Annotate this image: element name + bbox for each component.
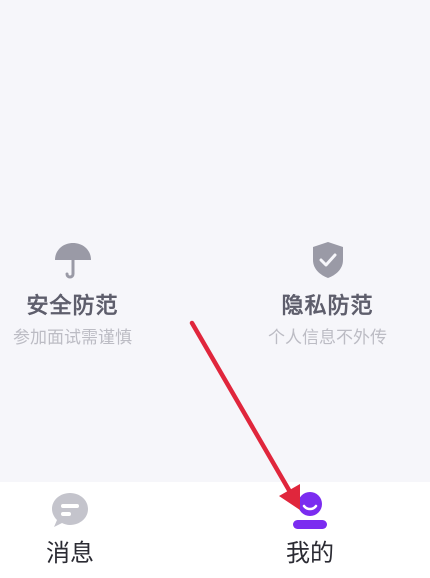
tab-label: 消息 — [46, 539, 94, 567]
tab-me[interactable]: 我的 — [240, 482, 380, 578]
tab-label: 我的 — [286, 539, 334, 567]
feature-title: 隐私防范 — [281, 294, 374, 319]
feature-title: 安全防范 — [26, 294, 119, 319]
feature-privacy: 隐私防范 个人信息不外传 — [250, 238, 405, 350]
feature-description: 个人信息不外传 — [268, 328, 387, 348]
tab-messages[interactable]: 消息 — [0, 482, 140, 578]
bottom-tab-bar: 消息 我的 — [0, 482, 430, 578]
main-content: 安全防范 参加面试需谨慎 隐私防范 个人信息不外传 — [0, 0, 430, 482]
shield-check-icon — [312, 242, 343, 278]
umbrella-icon — [54, 243, 91, 279]
feature-description: 参加面试需谨慎 — [13, 328, 132, 348]
profile-icon — [293, 492, 327, 529]
message-bubble-icon — [52, 493, 88, 527]
feature-safety: 安全防范 参加面试需谨慎 — [0, 238, 145, 350]
